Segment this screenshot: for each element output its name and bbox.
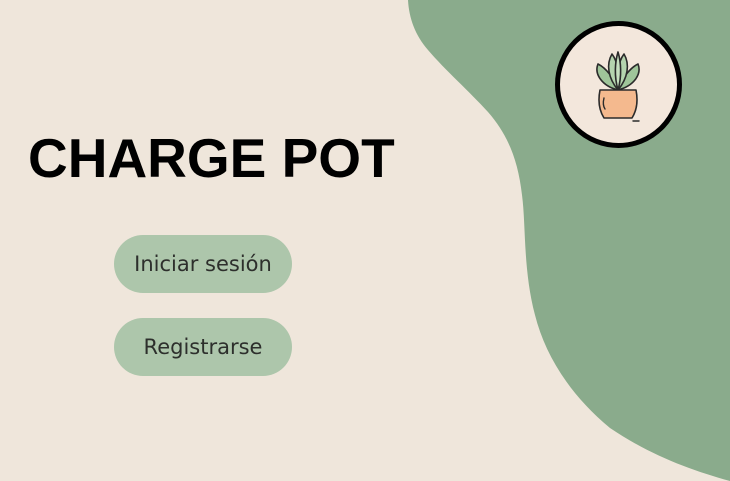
login-button[interactable]: Iniciar sesión <box>114 235 292 293</box>
potted-plant-icon <box>596 51 640 122</box>
register-button[interactable]: Registrarse <box>114 318 292 376</box>
app-title: CHARGE POT <box>28 127 395 189</box>
app-logo <box>555 21 682 148</box>
